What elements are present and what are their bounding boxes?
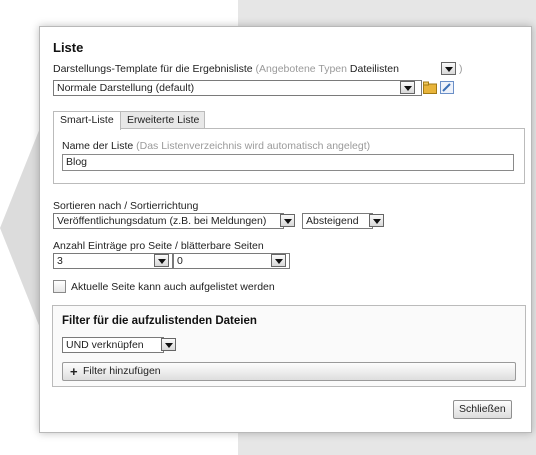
- checkbox-label: Aktuelle Seite kann auch aufgelistet wer…: [71, 281, 275, 293]
- sort-dir-arrow[interactable]: [369, 214, 384, 227]
- entries-label: Anzahl Einträge pro Seite / blätterbare …: [53, 240, 264, 252]
- template-select[interactable]: Normale Darstellung (default): [53, 80, 422, 96]
- edit-icon[interactable]: [440, 81, 454, 94]
- template-label: Darstellungs-Template für die Ergebnisli…: [53, 63, 253, 75]
- plus-icon: +: [70, 364, 78, 379]
- filter-combine-value: UND verknüpfen: [66, 339, 144, 351]
- sort-by-select[interactable]: Veröffentlichungsdatum (z.B. bei Meldung…: [53, 213, 284, 229]
- template-label-row: Darstellungs-Template für die Ergebnisli…: [53, 63, 399, 75]
- tab-content: Name der Liste (Das Listenverzeichnis wi…: [53, 128, 525, 184]
- filter-section: Filter für die aufzulistenden Dateien UN…: [52, 305, 526, 387]
- tab-smart-liste[interactable]: Smart-Liste: [53, 111, 121, 130]
- sort-by-value: Veröffentlichungsdatum (z.B. bei Meldung…: [57, 215, 267, 227]
- folder-icon[interactable]: [423, 81, 437, 94]
- template-select-value: Normale Darstellung (default): [57, 82, 195, 94]
- add-filter-button[interactable]: + Filter hinzufügen: [62, 362, 516, 381]
- entries-arrow[interactable]: [154, 254, 169, 267]
- list-name-hint: (Das Listenverzeichnis wird automatisch …: [136, 140, 371, 152]
- pages-value: 0: [177, 255, 183, 267]
- close-button[interactable]: Schließen: [453, 400, 512, 419]
- list-name-label: Name der Liste: [62, 140, 134, 152]
- sort-by-arrow[interactable]: [280, 214, 295, 227]
- template-type-value: Dateilisten: [349, 63, 399, 75]
- filter-combine-arrow[interactable]: [161, 338, 176, 351]
- tab-erweiterte-liste[interactable]: Erweiterte Liste: [120, 111, 205, 129]
- list-dialog: Liste Darstellungs-Template für die Erge…: [39, 26, 532, 433]
- entries-value: 3: [57, 255, 63, 267]
- list-name-value: Blog: [66, 156, 88, 168]
- list-name-label-row: Name der Liste (Das Listenverzeichnis wi…: [62, 140, 370, 152]
- sort-dir-select[interactable]: Absteigend: [302, 213, 373, 229]
- template-type-dropdown[interactable]: [441, 62, 456, 75]
- list-name-input[interactable]: Blog: [62, 154, 514, 171]
- template-select-arrow[interactable]: [400, 81, 415, 94]
- sort-dir-value: Absteigend: [306, 215, 359, 227]
- template-hint: (Angebotene Typen: [255, 63, 347, 75]
- current-page-checkbox[interactable]: [53, 280, 66, 293]
- add-filter-label: Filter hinzufügen: [83, 365, 161, 377]
- filter-combine-select[interactable]: UND verknüpfen: [62, 337, 164, 353]
- pages-arrow[interactable]: [271, 254, 286, 267]
- sort-label: Sortieren nach / Sortierrichtung: [53, 200, 199, 212]
- dialog-title: Liste: [53, 40, 84, 55]
- template-hint-end: ): [459, 63, 463, 75]
- filter-title: Filter für die aufzulistenden Dateien: [62, 315, 257, 327]
